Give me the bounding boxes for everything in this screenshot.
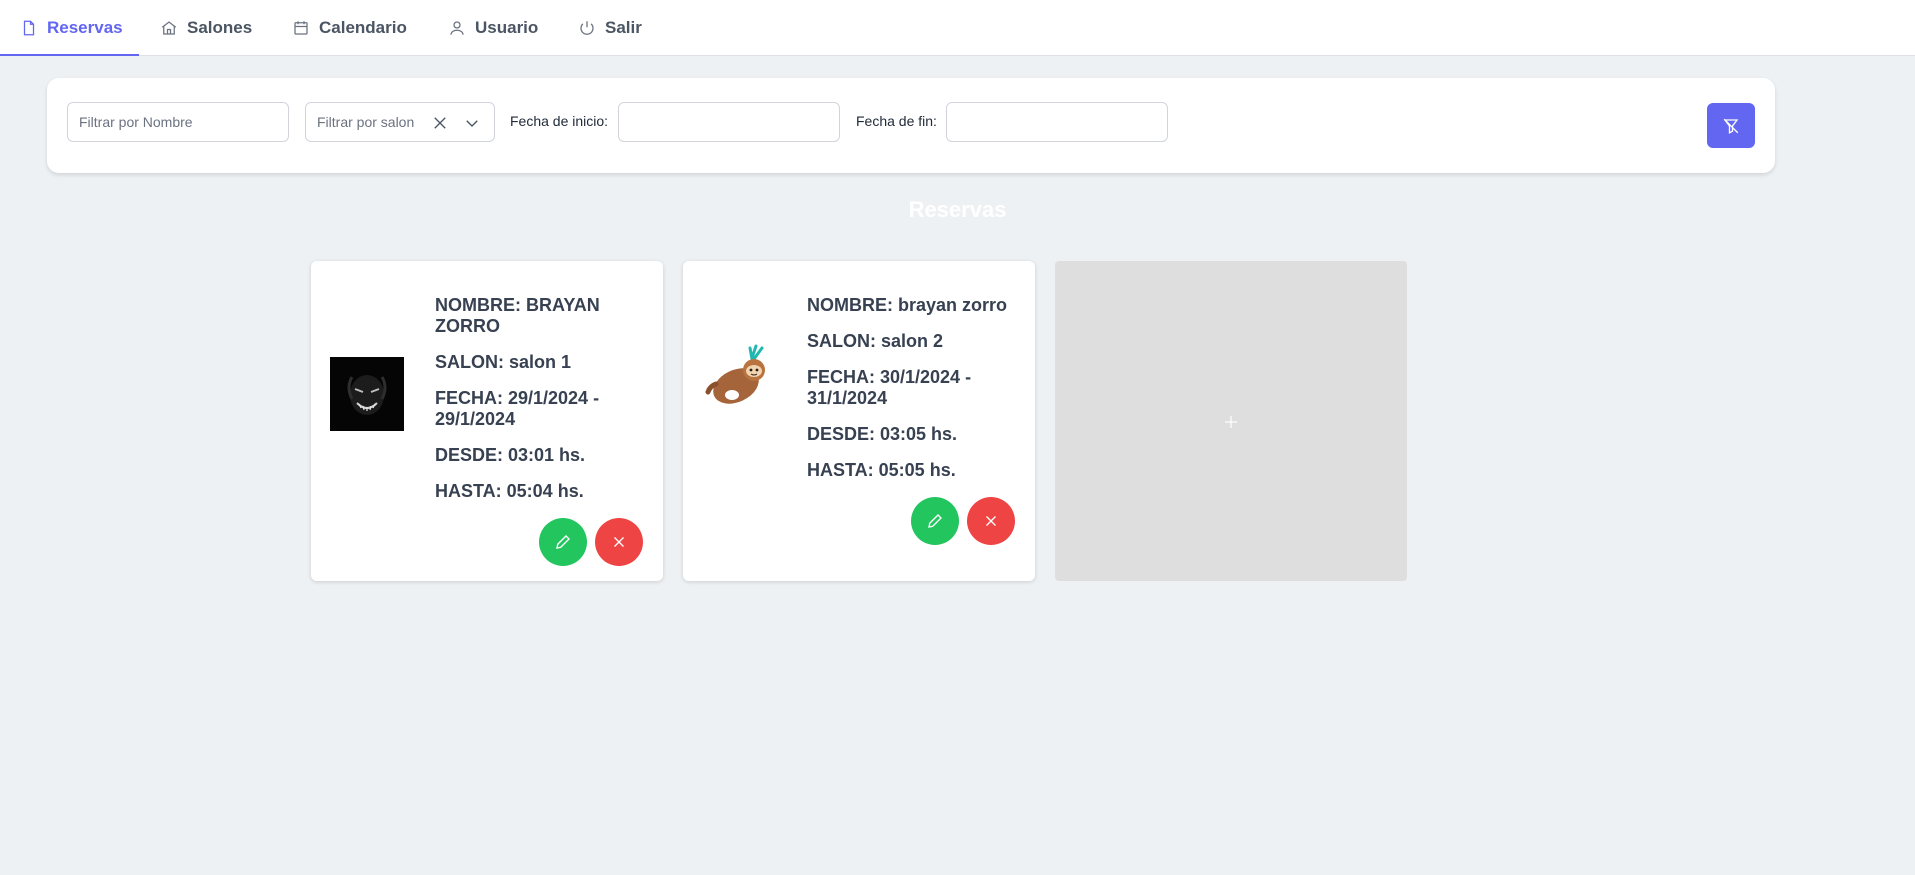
tab-usuario[interactable]: Usuario bbox=[448, 0, 538, 56]
edit-button[interactable] bbox=[911, 497, 959, 545]
filter-bar: Filtrar por salon Fecha de inicio: Fecha… bbox=[47, 78, 1775, 173]
reservation-salon: SALON: salon 2 bbox=[807, 331, 944, 351]
reservation-end: HASTA: 05:04 hs. bbox=[435, 481, 584, 501]
home-icon bbox=[161, 21, 177, 35]
reservation-name: NOMBRE: brayan zorro bbox=[807, 295, 1008, 315]
active-tab-indicator bbox=[0, 54, 139, 56]
end-date-label: Fecha de fin: bbox=[856, 113, 937, 129]
pencil-icon bbox=[928, 514, 942, 528]
filter-off-icon bbox=[1723, 118, 1739, 134]
top-navigation: Reservas Salones Calendario Usuario Sali… bbox=[0, 0, 1915, 56]
reservation-date: FECHA: 30/1/2024 - 31/1/2024 bbox=[807, 367, 972, 408]
page-title: Reservas bbox=[908, 197, 1007, 222]
file-icon bbox=[23, 20, 35, 36]
close-icon bbox=[986, 516, 996, 526]
start-date-input[interactable] bbox=[618, 102, 840, 142]
edit-button[interactable] bbox=[539, 518, 587, 566]
delete-button[interactable] bbox=[595, 518, 643, 566]
clear-filters-button[interactable] bbox=[1707, 103, 1755, 148]
plus-icon bbox=[1225, 416, 1237, 428]
tab-label: Reservas bbox=[47, 18, 123, 37]
tab-label: Salones bbox=[187, 18, 253, 37]
tab-label: Usuario bbox=[475, 18, 539, 37]
delete-button[interactable] bbox=[967, 497, 1015, 545]
reservation-card: NOMBRE: BRAYAN ZORRO SALON: salon 1 FECH… bbox=[311, 261, 663, 581]
tab-label: Calendario bbox=[319, 18, 407, 37]
reservation-image bbox=[330, 357, 404, 431]
add-reservation-card[interactable] bbox=[1055, 261, 1407, 581]
reservation-salon: SALON: salon 1 bbox=[435, 352, 572, 372]
salon-filter-select[interactable]: Filtrar por salon bbox=[305, 102, 495, 142]
reservation-info: NOMBRE: BRAYAN ZORRO SALON: salon 1 FECH… bbox=[435, 295, 645, 517]
salon-filter-placeholder: Filtrar por salon bbox=[317, 114, 415, 130]
pencil-icon bbox=[556, 535, 570, 549]
end-date-input[interactable] bbox=[946, 102, 1168, 142]
tab-label: Salir bbox=[605, 18, 642, 37]
user-icon bbox=[450, 21, 464, 35]
tab-calendario[interactable]: Calendario bbox=[292, 0, 407, 56]
calendar-icon bbox=[294, 21, 308, 35]
reservation-name: NOMBRE: BRAYAN ZORRO bbox=[435, 295, 600, 336]
tab-reservas[interactable]: Reservas bbox=[20, 0, 123, 56]
power-icon bbox=[580, 21, 594, 35]
start-date-label: Fecha de inicio: bbox=[510, 113, 609, 129]
reservation-image bbox=[702, 342, 776, 416]
name-filter-input[interactable] bbox=[67, 102, 289, 142]
tab-salir[interactable]: Salir bbox=[578, 0, 642, 56]
reservation-card: NOMBRE: brayan zorro SALON: salon 2 FECH… bbox=[683, 261, 1035, 581]
reservation-start: DESDE: 03:01 hs. bbox=[435, 445, 586, 465]
clear-icon[interactable] bbox=[431, 114, 449, 132]
reservation-end: HASTA: 05:05 hs. bbox=[807, 460, 956, 480]
tab-salones[interactable]: Salones bbox=[160, 0, 252, 56]
reservation-date: FECHA: 29/1/2024 - 29/1/2024 bbox=[435, 388, 600, 429]
close-icon bbox=[614, 537, 624, 547]
reservation-info: NOMBRE: brayan zorro SALON: salon 2 FECH… bbox=[807, 295, 1017, 496]
chevron-down-icon[interactable] bbox=[463, 114, 481, 132]
reservation-start: DESDE: 03:05 hs. bbox=[807, 424, 958, 444]
